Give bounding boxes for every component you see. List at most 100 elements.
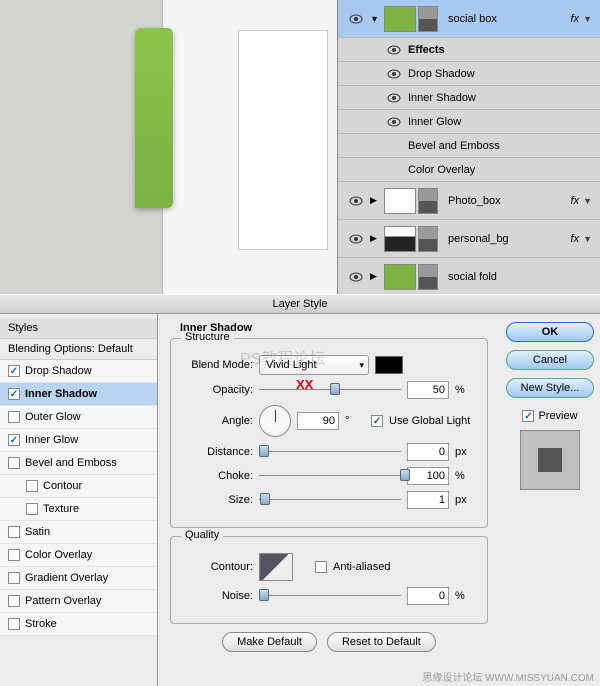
global-light-checkbox[interactable]: ✓: [371, 415, 383, 427]
preview-checkbox[interactable]: ✓: [522, 410, 534, 422]
angle-input[interactable]: [297, 412, 339, 430]
style-item[interactable]: ✓Inner Shadow: [0, 383, 157, 406]
mask-thumbnail[interactable]: [418, 188, 438, 214]
angle-dial[interactable]: [259, 405, 291, 437]
style-checkbox[interactable]: ✓: [8, 365, 20, 377]
opacity-input[interactable]: [407, 381, 449, 399]
styles-head[interactable]: Styles: [0, 318, 157, 339]
choke-label: Choke:: [183, 470, 253, 482]
styles-list[interactable]: Styles Blending Options: Default ✓Drop S…: [0, 314, 158, 686]
style-label: Contour: [43, 480, 82, 492]
disclosure-triangle-icon[interactable]: ▶: [370, 271, 380, 282]
layer-name[interactable]: social box: [444, 13, 571, 25]
disclosure-triangle-icon[interactable]: ▶: [370, 195, 380, 206]
style-checkbox[interactable]: ✓: [8, 434, 20, 446]
effect-row[interactable]: Bevel and Emboss: [338, 134, 600, 158]
blend-mode-dropdown[interactable]: Vivid Light: [259, 355, 369, 375]
style-checkbox[interactable]: [26, 480, 38, 492]
chevron-down-icon[interactable]: ▼: [583, 196, 592, 206]
style-checkbox[interactable]: [8, 618, 20, 630]
style-label: Satin: [25, 526, 50, 538]
mask-thumbnail[interactable]: [418, 226, 438, 252]
layer-thumbnail[interactable]: [384, 6, 416, 32]
layer-thumbnail[interactable]: [384, 226, 416, 252]
fx-badge[interactable]: fx: [571, 233, 580, 245]
style-checkbox[interactable]: [8, 549, 20, 561]
layer-name[interactable]: Photo_box: [444, 195, 571, 207]
visibility-eye-icon[interactable]: [387, 69, 401, 79]
style-item[interactable]: Texture: [0, 498, 157, 521]
disclosure-triangle-icon[interactable]: ▶: [370, 233, 380, 244]
effect-row[interactable]: Drop Shadow: [338, 62, 600, 86]
layer-row[interactable]: ▼social boxfx▼: [338, 0, 600, 38]
layer-name[interactable]: social fold: [444, 271, 596, 283]
mask-thumbnail[interactable]: [418, 264, 438, 290]
green-tag-shape: [135, 28, 173, 208]
opacity-slider[interactable]: [259, 383, 401, 397]
visibility-eye-icon[interactable]: [387, 117, 401, 127]
style-item[interactable]: Contour: [0, 475, 157, 498]
noise-input[interactable]: [407, 587, 449, 605]
size-slider[interactable]: [259, 493, 401, 507]
style-item[interactable]: Pattern Overlay: [0, 590, 157, 613]
effect-row[interactable]: Color Overlay: [338, 158, 600, 182]
antialias-checkbox[interactable]: [315, 561, 327, 573]
style-item[interactable]: ✓Drop Shadow: [0, 360, 157, 383]
visibility-eye-icon[interactable]: [387, 45, 401, 55]
layer-row[interactable]: ▶ Photo_boxfx▼: [338, 182, 600, 220]
style-checkbox[interactable]: [8, 411, 20, 423]
structure-legend: Structure: [181, 331, 234, 343]
cancel-button[interactable]: Cancel: [506, 350, 594, 370]
style-checkbox[interactable]: [8, 595, 20, 607]
style-item[interactable]: Color Overlay: [0, 544, 157, 567]
style-checkbox[interactable]: [26, 503, 38, 515]
layer-row[interactable]: ▶ social fold: [338, 258, 600, 294]
style-label: Inner Glow: [25, 434, 78, 446]
mask-thumbnail[interactable]: [418, 6, 438, 32]
noise-slider[interactable]: [259, 589, 401, 603]
noise-label: Noise:: [183, 590, 253, 602]
style-checkbox[interactable]: [8, 457, 20, 469]
style-item[interactable]: Stroke: [0, 613, 157, 636]
choke-slider[interactable]: [259, 469, 401, 483]
distance-slider[interactable]: [259, 445, 401, 459]
style-item[interactable]: Outer Glow: [0, 406, 157, 429]
choke-input[interactable]: [407, 467, 449, 485]
angle-label: Angle:: [183, 415, 253, 427]
style-item[interactable]: Bevel and Emboss: [0, 452, 157, 475]
visibility-eye-icon[interactable]: [387, 93, 401, 103]
ok-button[interactable]: OK: [506, 322, 594, 342]
style-item[interactable]: Satin: [0, 521, 157, 544]
contour-picker[interactable]: [259, 553, 293, 581]
style-item[interactable]: ✓ Inner Glow: [0, 429, 157, 452]
chevron-down-icon[interactable]: ▼: [583, 234, 592, 244]
dialog-titlebar[interactable]: Layer Style: [0, 294, 600, 314]
layer-row[interactable]: ▶ personal_bgfx▼: [338, 220, 600, 258]
layer-name[interactable]: personal_bg: [444, 233, 571, 245]
style-item[interactable]: Gradient Overlay: [0, 567, 157, 590]
layers-panel[interactable]: ▼social boxfx▼EffectsDrop ShadowInner Sh…: [337, 0, 600, 294]
distance-input[interactable]: [407, 443, 449, 461]
effect-row[interactable]: Inner Shadow: [338, 86, 600, 110]
visibility-eye-icon[interactable]: [349, 196, 363, 206]
make-default-button[interactable]: Make Default: [222, 632, 317, 652]
style-checkbox[interactable]: ✓: [8, 388, 20, 400]
fx-badge[interactable]: fx: [571, 195, 580, 207]
effect-row[interactable]: Inner Glow: [338, 110, 600, 134]
new-style-button[interactable]: New Style...: [506, 378, 594, 398]
visibility-eye-icon[interactable]: [349, 14, 363, 24]
layer-thumbnail[interactable]: [384, 188, 416, 214]
fx-badge[interactable]: fx: [571, 13, 580, 25]
layer-thumbnail[interactable]: [384, 264, 416, 290]
size-input[interactable]: [407, 491, 449, 509]
shadow-color-swatch[interactable]: [375, 356, 403, 374]
visibility-eye-icon[interactable]: [349, 234, 363, 244]
reset-default-button[interactable]: Reset to Default: [327, 632, 436, 652]
style-checkbox[interactable]: [8, 572, 20, 584]
chevron-down-icon[interactable]: ▼: [583, 14, 592, 24]
effects-header[interactable]: Effects: [338, 38, 600, 62]
disclosure-triangle-icon[interactable]: ▼: [370, 14, 380, 24]
visibility-eye-icon[interactable]: [349, 272, 363, 282]
style-checkbox[interactable]: [8, 526, 20, 538]
blending-options[interactable]: Blending Options: Default: [0, 339, 157, 360]
